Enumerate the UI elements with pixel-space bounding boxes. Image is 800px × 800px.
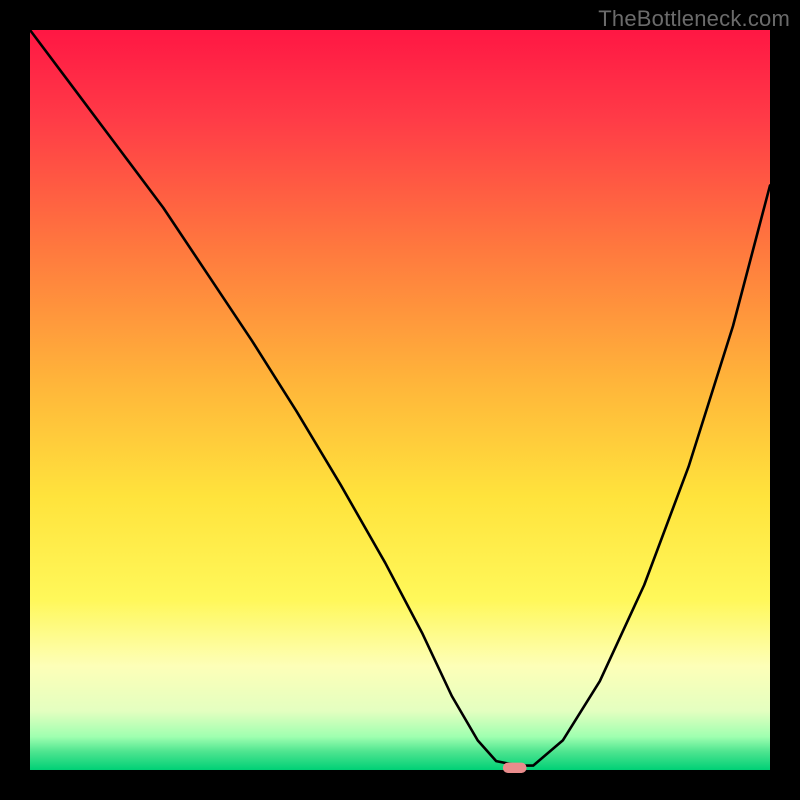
optimum-marker bbox=[503, 763, 527, 773]
chart-frame: TheBottleneck.com bbox=[0, 0, 800, 800]
plot-background bbox=[30, 30, 770, 770]
bottleneck-chart bbox=[0, 0, 800, 800]
